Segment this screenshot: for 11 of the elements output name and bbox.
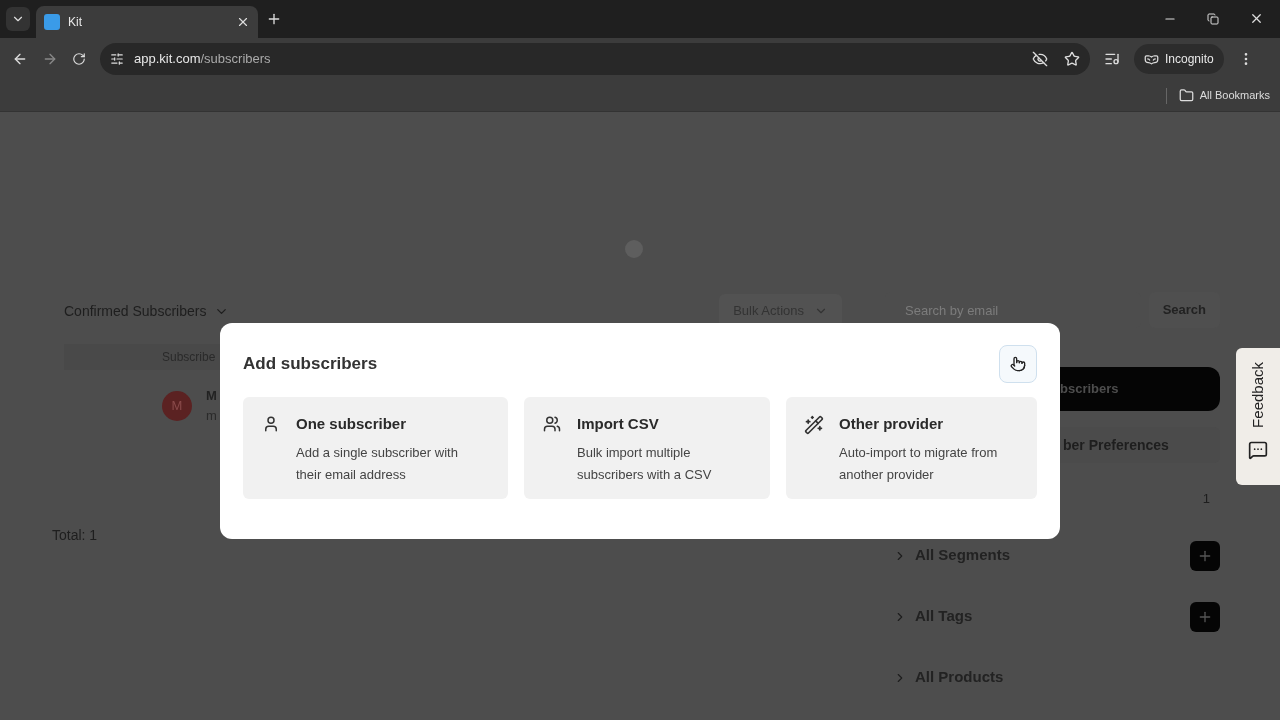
url-text: app.kit.com/subscribers xyxy=(134,50,272,69)
option-description: Auto-import to migrate from another provider xyxy=(839,443,999,484)
option-title: Other provider xyxy=(839,414,945,434)
option-title: One subscriber xyxy=(296,414,408,434)
profile-label: Incognito xyxy=(1165,51,1214,68)
option-description: Add a single subscriber with their email address xyxy=(296,443,459,484)
option-title: Import CSV xyxy=(577,414,660,434)
option-description: Bulk import multiple subscribers with a CSV xyxy=(577,443,713,484)
tab-title: Kit xyxy=(68,14,83,31)
modal-title: Add subscribers xyxy=(243,353,378,376)
feedback-label: Feedback xyxy=(1247,362,1267,428)
